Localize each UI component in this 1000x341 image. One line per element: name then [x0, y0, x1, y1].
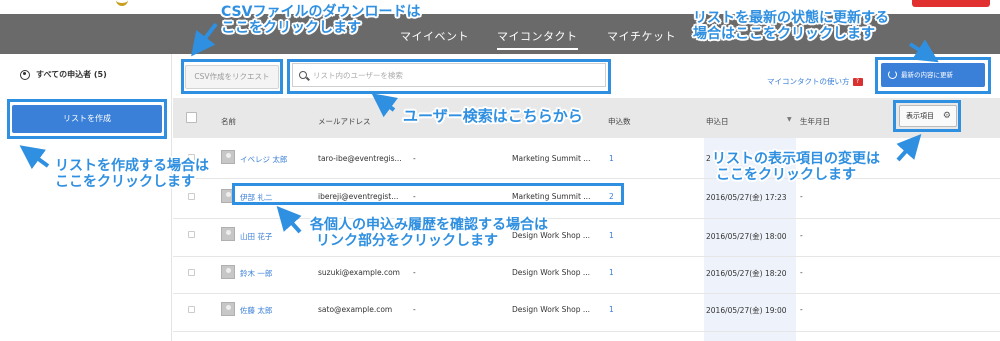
row-event: Marketing Summit ...	[512, 154, 591, 163]
annotation-update: リストを最新の状態に更新する 場合はここをクリックします	[693, 10, 889, 42]
annotation-csv-line2: ここをクリックします	[221, 20, 361, 36]
user-circle-icon	[20, 69, 30, 80]
row-divider	[173, 293, 1000, 294]
row-email: taro-ibe@eventregis...	[318, 154, 402, 163]
row-birthdate: -	[800, 192, 803, 201]
row-checkbox[interactable]	[188, 231, 195, 238]
logo-icon	[116, 0, 128, 6]
row-name-link[interactable]: 佐藤 太郎	[240, 305, 272, 316]
row-divider	[173, 218, 1000, 219]
row-divider	[173, 256, 1000, 257]
select-all-checkbox[interactable]	[186, 112, 197, 123]
row-event: Design Work Shop ...	[512, 268, 591, 277]
row-date: 2016/05/27(金) 18:00	[706, 232, 787, 241]
column-header-email[interactable]: メールアドレス	[318, 116, 371, 127]
sort-desc-icon[interactable]: ▼	[787, 116, 792, 123]
annotation-display-items-line1: リストの表示項目の変更は	[712, 151, 880, 167]
highlight-history-row	[232, 183, 624, 205]
row-checkbox[interactable]	[188, 306, 195, 313]
row-count-link[interactable]: 1	[609, 154, 614, 163]
table-header	[173, 98, 1000, 138]
annotation-display-items-line2: ここをクリックします	[716, 167, 856, 183]
row-date: 2016/05/27(金) 17:23	[706, 193, 787, 202]
annotation-create-list-line2: ここをクリックします	[55, 174, 195, 190]
row-birthdate: -	[800, 231, 803, 240]
highlight-update-button	[875, 57, 991, 94]
highlight-search-box	[287, 59, 611, 94]
row-count-link[interactable]: 1	[609, 305, 614, 314]
annotation-csv: CSVファイルのダウンロードは ここをクリックします	[221, 4, 420, 36]
tab-my-contacts[interactable]: マイコンタクト	[497, 28, 578, 50]
help-link[interactable]: マイコンタクトの使い方 ?	[767, 76, 863, 87]
avatar-icon	[221, 265, 235, 279]
row-birthdate: -	[800, 305, 803, 314]
row-birthdate: -	[800, 268, 803, 277]
avatar-icon	[221, 150, 235, 164]
screenshot-page: マイイベント マイコンタクト マイチケット すべての申込者 (5) リストを作成…	[0, 0, 1000, 341]
row-name-link[interactable]: 山田 花子	[240, 231, 272, 242]
annotation-csv-line1: CSVファイルのダウンロードは	[221, 4, 421, 20]
arrow-to-history-row	[276, 206, 302, 234]
sidebar-item-all-applicants[interactable]: すべての申込者 (5)	[20, 69, 107, 80]
row-date: 2016/05/27(金) 18:20	[706, 269, 787, 278]
row-checkbox[interactable]	[188, 269, 195, 276]
tab-my-tickets[interactable]: マイチケット	[607, 28, 676, 44]
column-header-date[interactable]: 申込日	[706, 116, 729, 127]
annotation-search: ユーザー検索はこちらから	[403, 107, 583, 125]
arrow-to-display-items	[896, 134, 922, 162]
annotation-create-list: リストを作成する場合は ここをクリックします	[55, 158, 209, 190]
row-date: 2	[706, 154, 711, 163]
help-link-label: マイコンタクトの使い方	[767, 77, 850, 86]
row-email: suzuki@example.com	[318, 268, 400, 277]
help-badge: ?	[852, 77, 863, 86]
row-email-extra: -	[413, 305, 416, 314]
annotation-display-items: リストの表示項目の変更は ここをクリックします	[712, 151, 880, 183]
avatar-icon	[221, 302, 235, 316]
avatar-icon	[221, 227, 235, 241]
annotation-update-line2: 場合はここをクリックします	[693, 26, 875, 42]
annotation-create-list-line1: リストを作成する場合は	[55, 158, 209, 174]
all-applicants-label: すべての申込者 (5)	[36, 70, 107, 79]
annotation-history-line2: リンク部分をクリックします	[316, 233, 498, 249]
column-header-birthdate[interactable]: 生年月日	[800, 116, 830, 127]
top-red-button[interactable]	[912, 0, 990, 7]
row-count-link[interactable]: 1	[609, 231, 614, 240]
row-checkbox[interactable]	[188, 193, 195, 200]
row-event: Design Work Shop ...	[512, 305, 591, 314]
row-date: 2016/05/27(金) 19:00	[706, 306, 787, 315]
column-header-name[interactable]: 名前	[221, 116, 236, 127]
annotation-history: 各個人の申込み履歴を確認する場合は リンク部分をクリックします	[310, 217, 548, 249]
row-divider	[173, 331, 1000, 332]
row-name-link[interactable]: 鈴木 一郎	[240, 268, 272, 279]
column-header-count[interactable]: 申込数	[608, 116, 631, 127]
highlight-create-list-button	[7, 99, 167, 139]
row-email-extra: -	[413, 268, 416, 277]
annotation-update-line1: リストを最新の状態に更新する	[693, 10, 889, 26]
row-email: sato@example.com	[318, 305, 393, 314]
highlight-display-items-button	[893, 100, 961, 132]
annotation-history-line1: 各個人の申込み履歴を確認する場合は	[310, 217, 548, 233]
row-count-link[interactable]: 1	[609, 268, 614, 277]
row-name-link[interactable]: イベレジ 太郎	[240, 154, 287, 165]
highlight-csv-button	[181, 59, 283, 94]
sidebar	[0, 54, 172, 341]
row-email-extra: -	[413, 154, 416, 163]
